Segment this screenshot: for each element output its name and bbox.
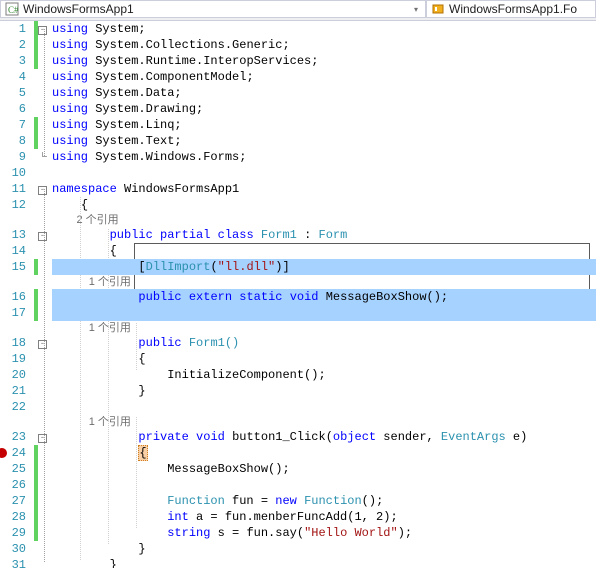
code-line[interactable]: {	[52, 243, 596, 259]
code-editor[interactable]: 1 2 3 4 5 6 7 8 9 10 11 12 13 14 15 16 1…	[0, 21, 596, 568]
code-line[interactable]: InitializeComponent();	[52, 367, 596, 383]
code-text-area[interactable]: using System; using System.Collections.G…	[52, 21, 596, 568]
code-line[interactable]: using System.Windows.Forms;	[52, 149, 596, 165]
code-line[interactable]: }	[52, 557, 596, 568]
fold-toggle-icon[interactable]: -	[38, 186, 47, 195]
code-line[interactable]: Function fun = new Function();	[52, 493, 596, 509]
code-line[interactable]: {	[52, 197, 596, 213]
code-line[interactable]	[52, 305, 596, 321]
code-line[interactable]: [DllImport("ll.dll")]	[52, 259, 596, 275]
code-line[interactable]: using System.Runtime.InteropServices;	[52, 53, 596, 69]
code-line[interactable]: using System.Linq;	[52, 117, 596, 133]
code-line[interactable]: {	[52, 351, 596, 367]
code-line[interactable]	[52, 399, 596, 415]
line-number-gutter: 1 2 3 4 5 6 7 8 9 10 11 12 13 14 15 16 1…	[6, 21, 34, 568]
code-line[interactable]	[52, 477, 596, 493]
scope-dropdown-left[interactable]: C# WindowsFormsApp1 ▾	[0, 0, 426, 18]
code-line[interactable]: }	[52, 541, 596, 557]
code-line[interactable]: {	[52, 445, 596, 461]
chevron-down-icon: ▾	[411, 5, 421, 14]
code-line[interactable]	[52, 165, 596, 181]
code-line[interactable]: int a = fun.menberFuncAdd(1, 2);	[52, 509, 596, 525]
outlining-gutter[interactable]: - - - - -	[38, 21, 52, 568]
codelens-references[interactable]: 1 个引用	[52, 321, 596, 335]
scope-left-label: WindowsFormsApp1	[23, 2, 411, 16]
code-line[interactable]: string s = fun.say("Hello World");	[52, 525, 596, 541]
code-line[interactable]: public partial class Form1 : Form	[52, 227, 596, 243]
code-line[interactable]: using System.Drawing;	[52, 101, 596, 117]
code-line[interactable]: }	[52, 383, 596, 399]
fold-toggle-icon[interactable]: -	[38, 232, 47, 241]
code-line[interactable]: using System.Text;	[52, 133, 596, 149]
svg-text:C#: C#	[8, 5, 19, 15]
navigation-bar: C# WindowsFormsApp1 ▾ WindowsFormsApp1.F…	[0, 0, 596, 21]
code-line[interactable]: public extern static void MessageBoxShow…	[52, 289, 596, 305]
code-line[interactable]: MessageBoxShow();	[52, 461, 596, 477]
codelens-references[interactable]: 1 个引用	[52, 275, 596, 289]
code-line[interactable]: using System;	[52, 21, 596, 37]
fold-toggle-icon[interactable]: -	[38, 26, 47, 35]
code-line[interactable]: using System.Collections.Generic;	[52, 37, 596, 53]
code-line[interactable]: using System.ComponentModel;	[52, 69, 596, 85]
fold-toggle-icon[interactable]: -	[38, 340, 47, 349]
codelens-references[interactable]: 1 个引用	[52, 415, 596, 429]
code-line[interactable]: using System.Data;	[52, 85, 596, 101]
code-line[interactable]: public Form1()	[52, 335, 596, 351]
fold-toggle-icon[interactable]: -	[38, 434, 47, 443]
scope-right-label: WindowsFormsApp1.Fo	[449, 2, 591, 16]
csharp-file-icon: C#	[5, 2, 19, 16]
method-icon	[431, 2, 445, 16]
code-line[interactable]: private void button1_Click(object sender…	[52, 429, 596, 445]
code-line[interactable]: namespace WindowsFormsApp1	[52, 181, 596, 197]
scope-dropdown-right[interactable]: WindowsFormsApp1.Fo	[426, 0, 596, 18]
codelens-references[interactable]: 2 个引用	[52, 213, 596, 227]
